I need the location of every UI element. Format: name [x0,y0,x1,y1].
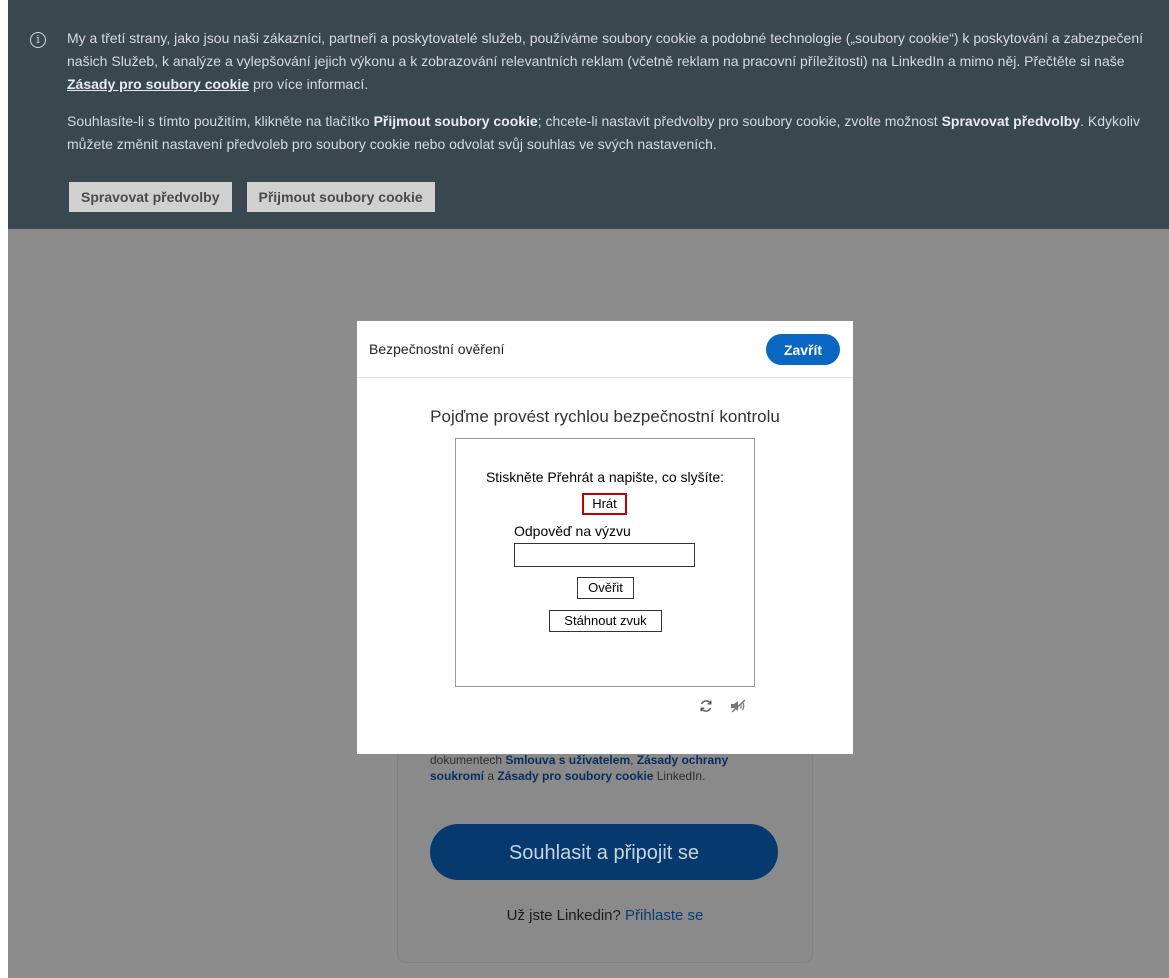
close-button[interactable]: Zavřít [766,334,840,365]
modal-title: Bezpečnostní ověření [369,341,505,357]
audio-off-icon[interactable] [729,698,749,714]
accept-cookies-button[interactable]: Přijmout soubory cookie [246,182,435,212]
answer-input[interactable] [514,543,695,567]
refresh-icon[interactable] [698,698,714,714]
terms-text: dokumentech Smlouva s uživatelem, Zásady… [430,752,760,784]
terms-text-part: dokumentech [430,753,506,767]
captcha-box: Stiskněte Přehrát a napište, co slyšíte:… [455,438,755,687]
manage-preferences-button[interactable]: Spravovat předvolby [69,182,232,212]
modal-header: Bezpečnostní ověření Zavřít [357,321,853,378]
cookie-paragraph-1: My a třetí strany, jako jsou naši zákazn… [67,27,1162,96]
cookie-text-part: Souhlasíte-li s tímto použitím, klikněte… [67,113,374,129]
cookie-text: My a třetí strany, jako jsou naši zákazn… [67,27,1162,170]
user-agreement-link[interactable]: Smlouva s uživatelem [505,753,630,767]
accept-bold-text: Přijmout soubory cookie [373,113,538,129]
cookie-policy-link[interactable]: Zásady pro soubory cookie [497,769,653,783]
cookie-policy-link[interactable]: Zásady pro soubory cookie [67,76,249,92]
cookie-text-part: My a třetí strany, jako jsou naši zákazn… [67,30,1143,69]
cookie-text-part: ; chcete-li nastavit předvolby pro soubo… [537,113,942,129]
terms-text-part: a [484,769,498,783]
modal-heading: Pojďme provést rychlou bezpečnostní kont… [430,407,780,426]
terms-text-part: , [630,753,637,767]
cookie-paragraph-2: Souhlasíte-li s tímto použitím, klikněte… [67,110,1162,156]
captcha-instructions: Stiskněte Přehrát a napište, co slyšíte: [485,469,725,485]
verify-button[interactable]: Ověřit [577,577,634,599]
agree-join-button[interactable]: Souhlasit a připojit se [430,824,778,880]
security-modal: Bezpečnostní ověření Zavřít Pojďme prové… [357,321,853,754]
terms-text-part: LinkedIn. [653,769,706,783]
answer-label: Odpověď na výzvu [514,523,631,539]
info-icon: i [30,32,46,48]
cookie-text-part: pro více informací. [249,76,369,92]
manage-bold-text: Spravovat předvolby [941,113,1081,129]
signin-prompt: Už jste Linkedin? [506,907,626,924]
play-button[interactable]: Hrát [582,493,627,515]
signin-link[interactable]: Přihlaste se [625,907,703,924]
cookie-buttons: Spravovat předvolby Přijmout soubory coo… [69,182,435,212]
signin-line: Už jste Linkedin? Přihlaste se [398,907,812,924]
download-audio-button[interactable]: Stáhnout zvuk [549,610,662,632]
cookie-banner: i My a třetí strany, jako jsou naši záka… [8,0,1169,229]
